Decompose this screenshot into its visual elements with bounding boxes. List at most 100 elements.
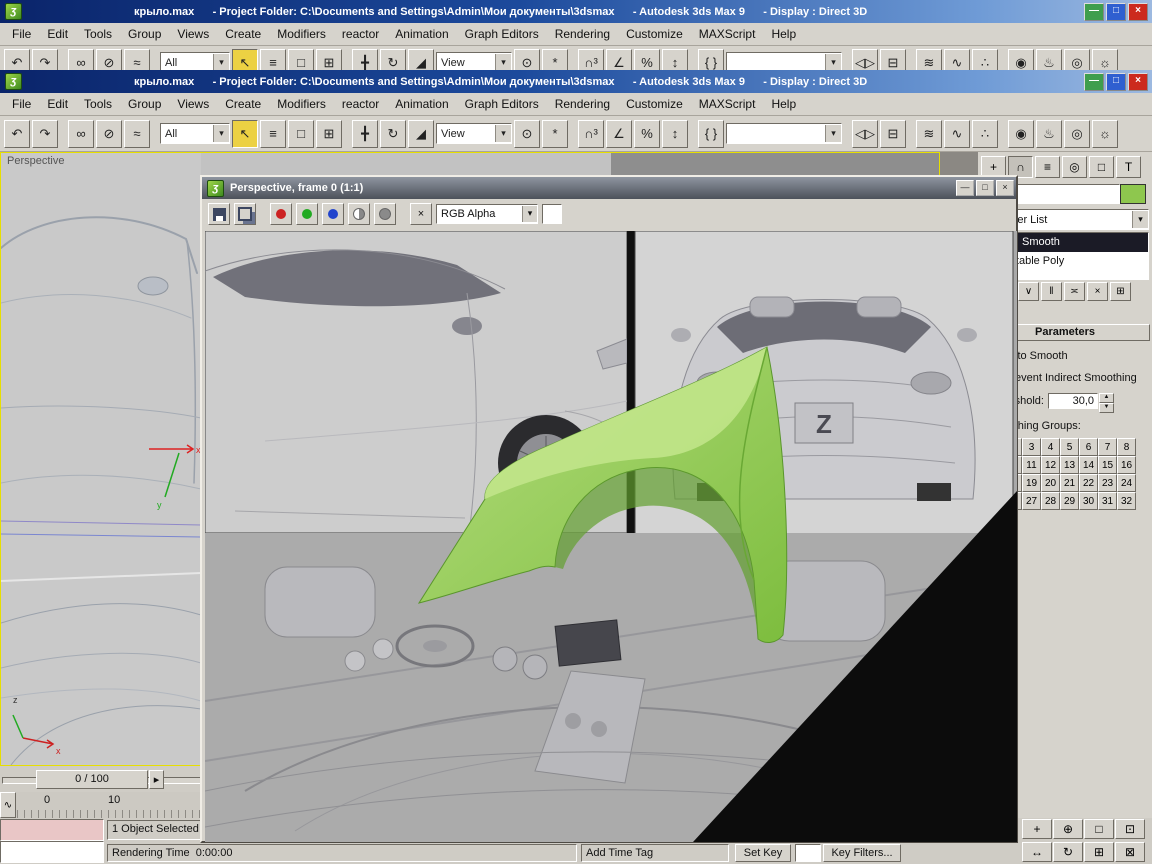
spinner-down-icon[interactable]: ▼ bbox=[1099, 403, 1114, 413]
pin-stack-button[interactable]: ∨ bbox=[1018, 282, 1039, 301]
key-filters-button[interactable]: Key Filters... bbox=[823, 844, 901, 862]
align-button[interactable]: ⊟ bbox=[880, 120, 906, 148]
configure-modifier-sets-button[interactable]: ⊞ bbox=[1110, 282, 1131, 301]
reference-coordinate-dropdown[interactable]: View bbox=[436, 123, 512, 144]
select-and-move-button[interactable]: ╋ bbox=[352, 120, 378, 148]
rendered-frame-button[interactable]: ◎ bbox=[1064, 120, 1090, 148]
select-by-name-button[interactable]: ≡ bbox=[260, 49, 286, 71]
selection-filter-dropdown[interactable]: All bbox=[160, 123, 230, 144]
snaps-toggle-button[interactable]: ∩³ bbox=[578, 120, 604, 148]
mirror-button[interactable]: ◁▷ bbox=[852, 49, 878, 71]
smoothing-group-button[interactable]: 22 bbox=[1079, 474, 1098, 492]
combo-arrow-icon[interactable] bbox=[495, 54, 511, 70]
smoothing-group-button[interactable]: 5 bbox=[1060, 438, 1079, 456]
close-button[interactable]: × bbox=[1128, 3, 1148, 21]
menu-item[interactable]: Modifiers bbox=[269, 94, 334, 114]
use-pivot-point-button[interactable]: ⊙ bbox=[514, 49, 540, 71]
align-button[interactable]: ⊟ bbox=[880, 49, 906, 71]
smoothing-group-button[interactable]: 11 bbox=[1022, 456, 1041, 474]
tab-utilities[interactable]: T bbox=[1116, 156, 1141, 178]
render-window-titlebar[interactable]: ʒ Perspective, frame 0 (1:1) —□× bbox=[202, 177, 1016, 199]
menu-item[interactable]: Animation bbox=[387, 94, 456, 114]
selection-region-button[interactable]: □ bbox=[288, 49, 314, 71]
tab-display[interactable]: □ bbox=[1089, 156, 1114, 178]
unlink-selection-button[interactable]: ⊘ bbox=[96, 120, 122, 148]
title-bar[interactable]: ʒ крыло.max - Project Folder: C:\Documen… bbox=[0, 0, 1152, 23]
menu-item[interactable]: Create bbox=[217, 94, 269, 114]
menu-item[interactable]: Group bbox=[120, 94, 169, 114]
bind-to-space-warp-button[interactable]: ≈ bbox=[124, 49, 150, 71]
spinner-snap-button[interactable]: ↕ bbox=[662, 120, 688, 148]
close-button[interactable]: × bbox=[1128, 73, 1148, 91]
add-time-tag[interactable]: Add Time Tag bbox=[581, 844, 729, 862]
select-and-link-button[interactable]: ∞ bbox=[68, 49, 94, 71]
pan-button[interactable]: ↔ bbox=[1022, 842, 1052, 862]
field-of-view-button[interactable]: ⊠ bbox=[1115, 842, 1145, 862]
smoothing-group-button[interactable]: 14 bbox=[1079, 456, 1098, 474]
material-editor-button[interactable]: ◉ bbox=[1008, 120, 1034, 148]
maxscript-mini-listener[interactable] bbox=[0, 819, 104, 863]
make-unique-button[interactable]: ≍ bbox=[1064, 282, 1085, 301]
smoothing-group-button[interactable]: 28 bbox=[1041, 492, 1060, 510]
combo-arrow-icon[interactable] bbox=[495, 125, 511, 142]
zoom-button[interactable]: + bbox=[1022, 819, 1052, 839]
menu-item[interactable]: Tools bbox=[76, 94, 120, 114]
spinner-snap-button[interactable]: ↕ bbox=[662, 49, 688, 71]
menu-item[interactable]: File bbox=[4, 24, 39, 44]
smoothing-group-button[interactable]: 32 bbox=[1117, 492, 1136, 510]
green-channel-button[interactable] bbox=[296, 203, 318, 225]
select-object-button[interactable]: ↖ bbox=[232, 49, 258, 71]
title-bar[interactable]: ʒ крыло.max - Project Folder: C:\Documen… bbox=[0, 70, 1152, 93]
menu-item[interactable]: Customize bbox=[618, 24, 691, 44]
schematic-view-button[interactable]: ∴ bbox=[972, 49, 998, 71]
window-crossing-button[interactable]: ⊞ bbox=[316, 49, 342, 71]
mini-curve-editor-button[interactable]: ∿ bbox=[0, 792, 16, 818]
smoothing-group-button[interactable]: 29 bbox=[1060, 492, 1079, 510]
render-setup-button[interactable]: ♨ bbox=[1036, 120, 1062, 148]
smoothing-group-button[interactable]: 21 bbox=[1060, 474, 1079, 492]
save-bitmap-button[interactable] bbox=[208, 203, 230, 225]
undo-button[interactable]: ↶ bbox=[4, 120, 30, 148]
angle-snap-button[interactable]: ∠ bbox=[606, 49, 632, 71]
combo-arrow-icon[interactable] bbox=[825, 125, 841, 142]
arc-rotate-button[interactable]: ↻ bbox=[1053, 842, 1083, 862]
combo-arrow-icon[interactable] bbox=[213, 54, 229, 70]
smoothing-group-button[interactable]: 30 bbox=[1079, 492, 1098, 510]
smoothing-group-button[interactable]: 4 bbox=[1041, 438, 1060, 456]
edit-named-sets-button[interactable]: { } bbox=[698, 120, 724, 148]
menu-item[interactable]: Create bbox=[217, 24, 269, 44]
percent-snap-button[interactable]: % bbox=[634, 49, 660, 71]
clear-button[interactable]: × bbox=[410, 203, 432, 225]
menu-item[interactable]: Views bbox=[169, 94, 217, 114]
smoothing-group-button[interactable]: 12 bbox=[1041, 456, 1060, 474]
quick-render-button[interactable]: ☼ bbox=[1092, 120, 1118, 148]
monochrome-button[interactable] bbox=[348, 203, 370, 225]
smoothing-group-button[interactable]: 19 bbox=[1022, 474, 1041, 492]
undo-button[interactable]: ↶ bbox=[4, 49, 30, 71]
menu-item[interactable]: Help bbox=[763, 24, 804, 44]
red-channel-button[interactable] bbox=[270, 203, 292, 225]
menu-item[interactable]: reactor bbox=[334, 94, 387, 114]
menu-item[interactable]: Animation bbox=[387, 24, 456, 44]
smoothing-group-button[interactable]: 24 bbox=[1117, 474, 1136, 492]
select-and-scale-button[interactable]: ◢ bbox=[408, 120, 434, 148]
select-and-manipulate-button[interactable]: * bbox=[542, 49, 568, 71]
select-and-rotate-button[interactable]: ↻ bbox=[380, 120, 406, 148]
schematic-view-button[interactable]: ∴ bbox=[972, 120, 998, 148]
menu-item[interactable]: MAXScript bbox=[691, 94, 764, 114]
bind-to-space-warp-button[interactable]: ≈ bbox=[124, 120, 150, 148]
menu-item[interactable]: Edit bbox=[39, 94, 76, 114]
set-key-button[interactable]: Set Key bbox=[735, 844, 791, 862]
listener-macro-line[interactable] bbox=[0, 819, 104, 841]
close-button[interactable]: × bbox=[996, 180, 1014, 196]
selection-filter-dropdown[interactable]: All bbox=[160, 52, 230, 70]
smoothing-group-button[interactable]: 7 bbox=[1098, 438, 1117, 456]
tab-hierarchy[interactable]: ≡ bbox=[1035, 156, 1060, 178]
smoothing-group-button[interactable]: 23 bbox=[1098, 474, 1117, 492]
snaps-toggle-button[interactable]: ∩³ bbox=[578, 49, 604, 71]
time-slider-handle[interactable]: 0 / 100 bbox=[36, 770, 148, 789]
remove-modifier-button[interactable]: × bbox=[1087, 282, 1108, 301]
material-editor-button[interactable]: ◉ bbox=[1008, 49, 1034, 71]
rendered-frame-button[interactable]: ◎ bbox=[1064, 49, 1090, 71]
menu-item[interactable]: Tools bbox=[76, 24, 120, 44]
